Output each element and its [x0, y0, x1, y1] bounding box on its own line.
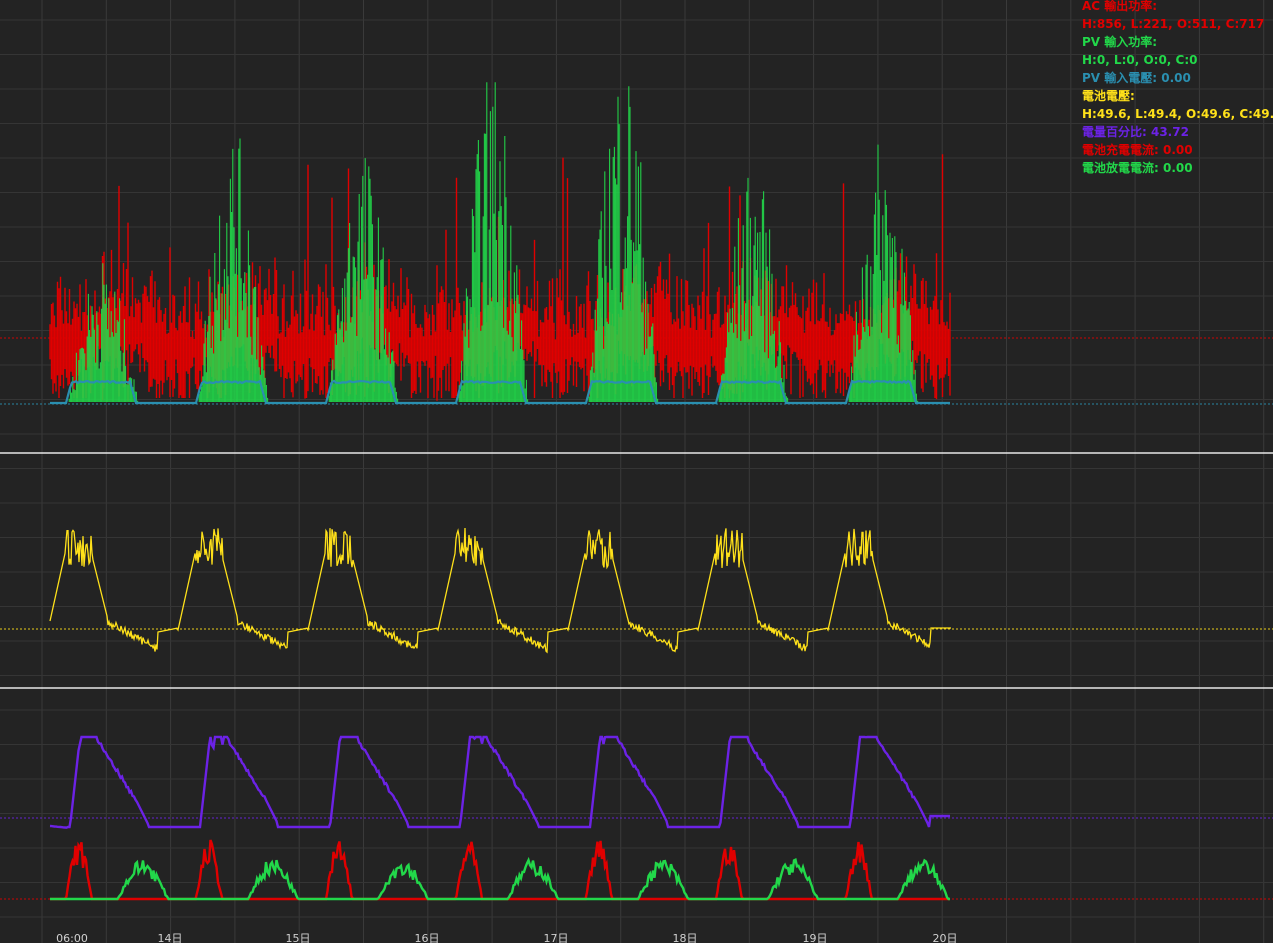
x-tick-label: 16日: [415, 932, 440, 943]
legend-soc: 電量百分比: 43.72: [1082, 125, 1189, 139]
legend-batt-voltage-stats: H:49.6, L:49.4, O:49.6, C:49.5: [1082, 107, 1273, 121]
legend-ac-stats: H:856, L:221, O:511, C:717: [1082, 17, 1265, 31]
x-tick-label: 14日: [158, 932, 183, 943]
reference-lines: [0, 337, 1273, 900]
series-charge-current: [50, 839, 950, 901]
legend-discharge-current: 電池放電電流: 0.00: [1082, 161, 1193, 175]
series-battery-voltage: [49, 527, 951, 654]
x-tick-label: 15日: [286, 932, 311, 943]
legend-pv-voltage: PV 輸入電壓: 0.00: [1082, 71, 1191, 85]
x-tick-label: 19日: [803, 932, 828, 943]
legend-ac-title: AC 輸出功率:: [1082, 0, 1158, 13]
series-soc: [49, 735, 950, 829]
x-axis-ticks: 06:00 14日 15日 16日 17日 18日 19日 20日: [56, 932, 957, 943]
x-tick-label: 17日: [544, 932, 569, 943]
legend-pv-power-title: PV 輸入功率:: [1082, 35, 1158, 49]
legend: AC 輸出功率: H:856, L:221, O:511, C:717 PV 輸…: [1082, 0, 1273, 177]
x-tick-label: 18日: [673, 932, 698, 943]
series-discharge-current: [50, 856, 950, 901]
x-tick-label: 06:00: [56, 932, 88, 943]
x-tick-label: 20日: [933, 932, 958, 943]
legend-batt-voltage-title: 電池電壓:: [1082, 89, 1135, 103]
legend-charge-current: 電池充電電流: 0.00: [1082, 143, 1193, 157]
legend-pv-power-stats: H:0, L:0, O:0, C:0: [1082, 53, 1198, 67]
series-layer: [49, 82, 951, 901]
